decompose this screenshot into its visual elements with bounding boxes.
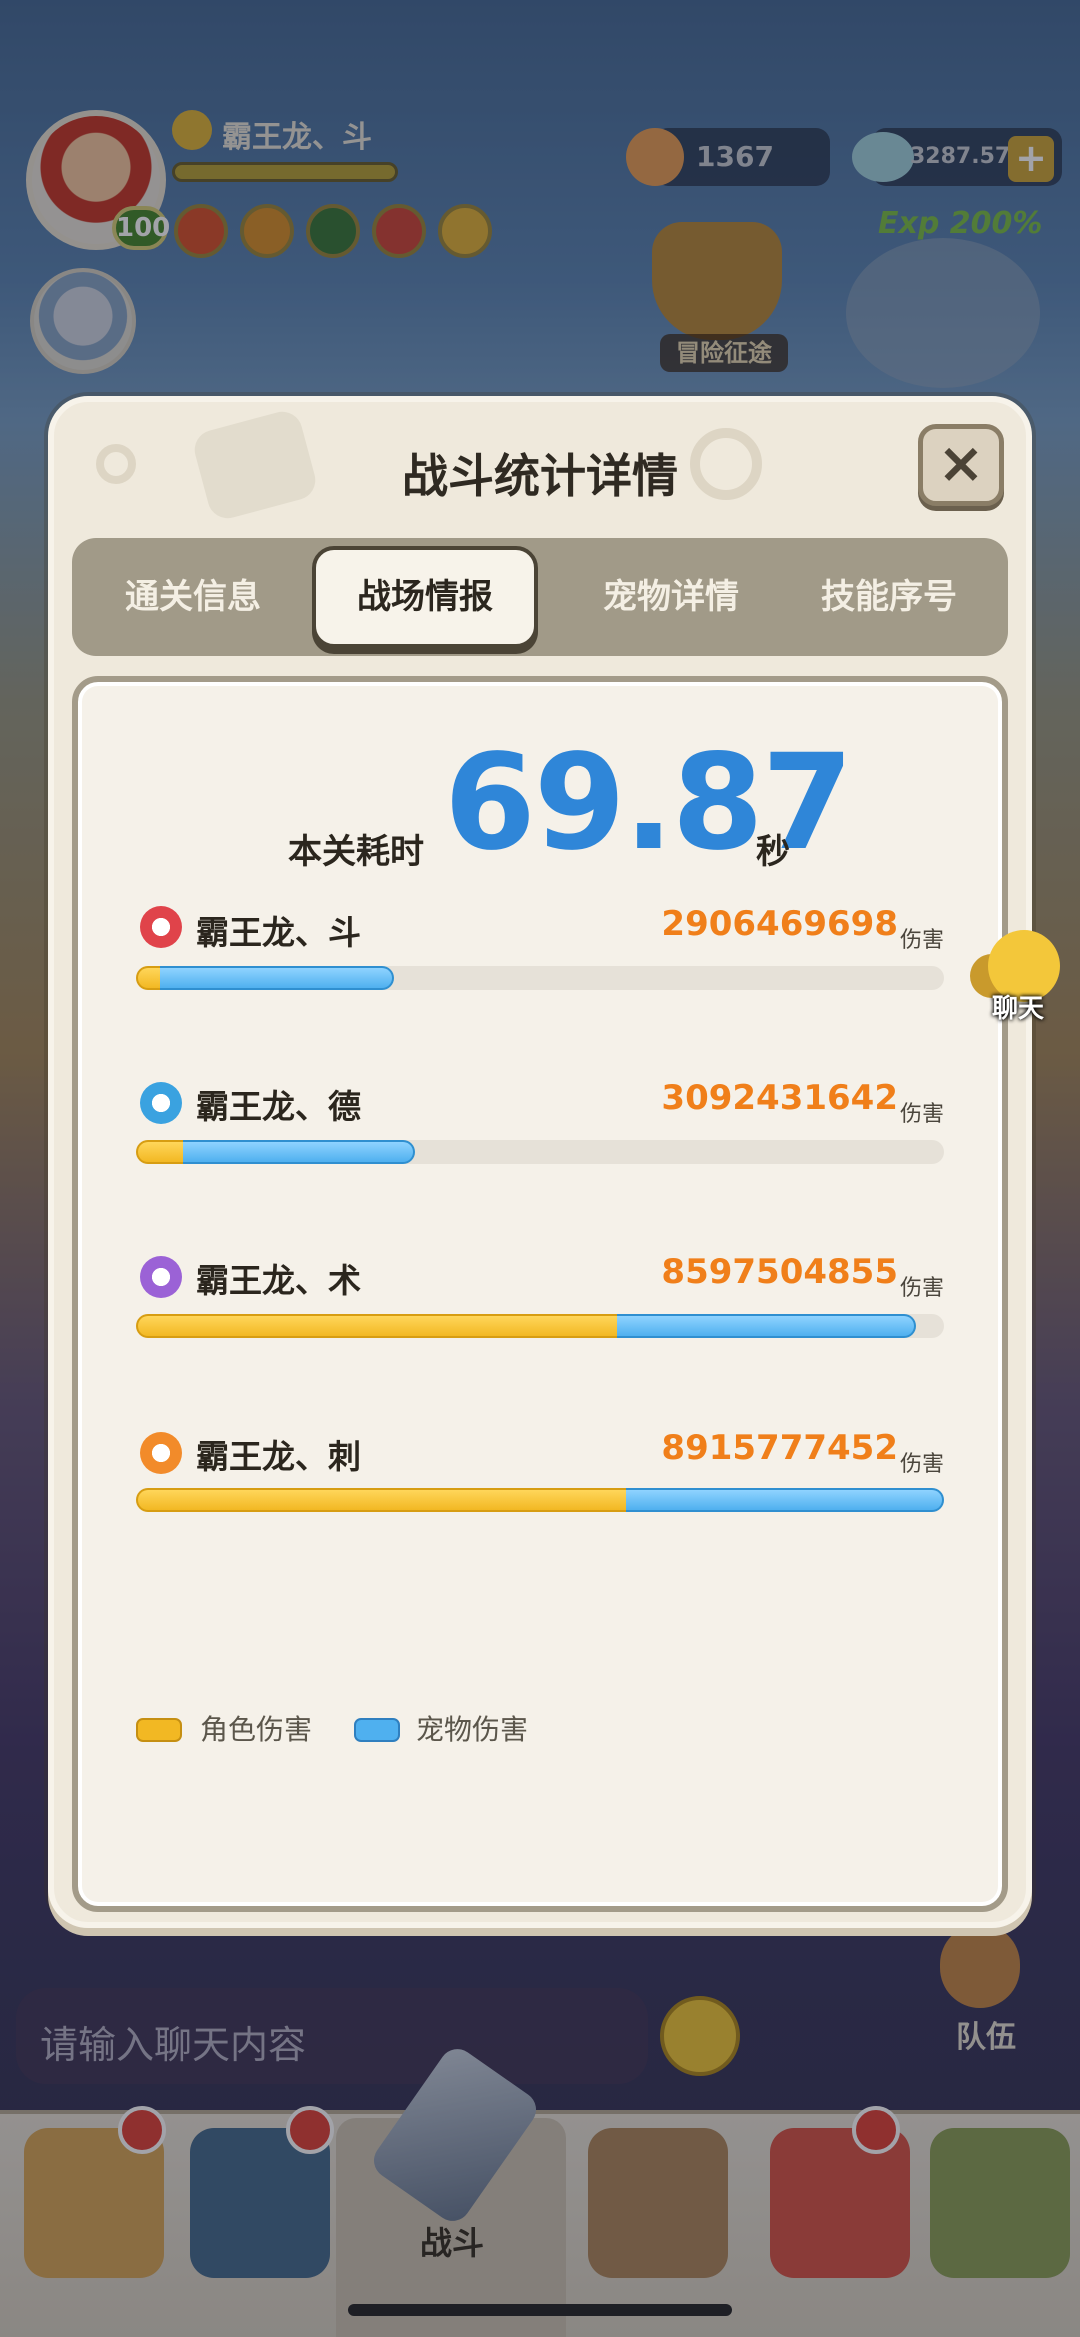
time-unit: 秒: [756, 832, 790, 872]
row-damage-unit: 伤害: [900, 1276, 945, 1301]
row-name: 霸王龙、术: [196, 1261, 361, 1300]
row-damage-unit: 伤害: [900, 1452, 945, 1477]
row-name: 霸王龙、刺: [196, 1437, 361, 1476]
tab-battle-intel[interactable]: 战场情报: [312, 546, 538, 648]
pet-damage-bar: [160, 966, 394, 990]
chat-float-label: 聊天: [992, 994, 1045, 1024]
blue-swirl-icon: [140, 1082, 182, 1124]
chat-float-button[interactable]: 聊天: [968, 930, 1080, 1030]
red-fist-icon: [140, 906, 182, 948]
role-damage-bar: [136, 1488, 626, 1512]
tab-skill-order[interactable]: 技能序号: [774, 540, 1004, 654]
close-button[interactable]: ×: [918, 424, 1004, 506]
time-label: 本关耗时: [288, 832, 424, 872]
legend-pet-label: 宠物伤害: [416, 1713, 529, 1746]
role-damage-bar: [136, 1314, 617, 1338]
orange-blade-icon: [140, 1432, 182, 1474]
legend-role-swatch: [136, 1718, 182, 1742]
legend-pet-swatch: [354, 1718, 400, 1742]
role-damage-bar: [136, 1140, 183, 1164]
pet-damage-bar: [183, 1140, 415, 1164]
row-name: 霸王龙、德: [196, 1087, 361, 1126]
row-damage: 8597504855: [661, 1252, 898, 1292]
pet-damage-bar: [617, 1314, 916, 1338]
row-damage: 8915777452: [661, 1428, 898, 1468]
tab-clear-info[interactable]: 通关信息: [78, 540, 308, 654]
pet-damage-bar: [626, 1488, 944, 1512]
row-name: 霸王龙、斗: [196, 913, 361, 952]
tab-pet-details[interactable]: 宠物详情: [556, 540, 786, 654]
purple-spiral-icon: [140, 1256, 182, 1298]
row-damage-unit: 伤害: [900, 1102, 945, 1127]
row-damage: 3092431642: [661, 1078, 898, 1118]
time-value: 69.87: [444, 726, 854, 880]
row-damage-unit: 伤害: [900, 928, 945, 953]
row-damage: 2906469698: [661, 904, 898, 944]
legend-role-label: 角色伤害: [200, 1713, 313, 1746]
role-damage-bar: [136, 966, 160, 990]
